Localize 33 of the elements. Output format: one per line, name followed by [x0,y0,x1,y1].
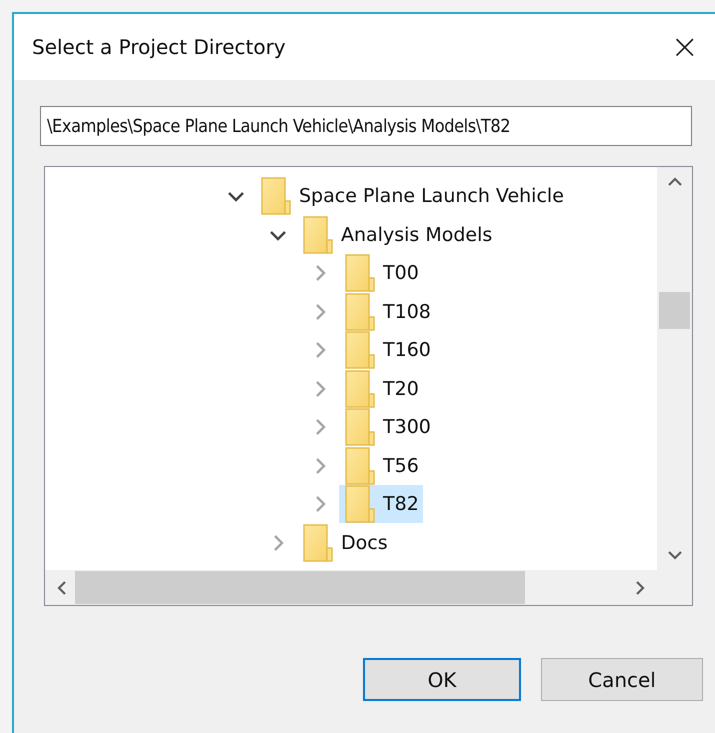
folder-icon [345,254,375,292]
folder-item[interactable]: T300 [339,408,435,446]
folder-icon [345,370,375,408]
folder-item[interactable]: T00 [339,254,423,292]
folder-icon [345,485,375,524]
folder-item[interactable]: T56 [339,446,423,485]
window-title: Select a Project Directory [32,35,286,59]
folder-item[interactable]: Analysis Models [297,216,496,254]
vertical-scrollbar[interactable] [657,167,692,570]
cancel-button[interactable]: Cancel [541,658,703,701]
scroll-up-icon[interactable] [666,175,682,187]
folder-icon [261,177,291,216]
scroll-right-icon[interactable] [635,580,647,596]
folder-item[interactable]: T108 [339,292,435,331]
close-button[interactable]: × [666,27,703,67]
scroll-left-icon[interactable] [55,580,67,596]
folder-item[interactable]: T82 [339,485,423,524]
folder-item[interactable]: T160 [339,331,435,370]
folder-item[interactable]: T20 [339,370,423,408]
folder-item[interactable]: Docs [297,524,392,562]
folder-icon [345,408,375,446]
scroll-thumb[interactable] [75,571,525,604]
scroll-thumb[interactable] [659,292,690,329]
folder-icon [345,331,375,370]
folder-item[interactable]: Space Plane Launch Vehicle [255,177,568,216]
horizontal-scrollbar[interactable] [45,570,657,605]
ok-button[interactable]: OK [363,658,521,701]
folder-icon [345,446,375,485]
folder-icon [345,292,375,331]
folder-icon [303,216,333,254]
folder-icon [303,524,333,562]
path-field[interactable]: \Examples\Space Plane Launch Vehicle\Analysis Models\T82 [40,106,692,146]
scroll-down-icon[interactable] [666,550,682,562]
